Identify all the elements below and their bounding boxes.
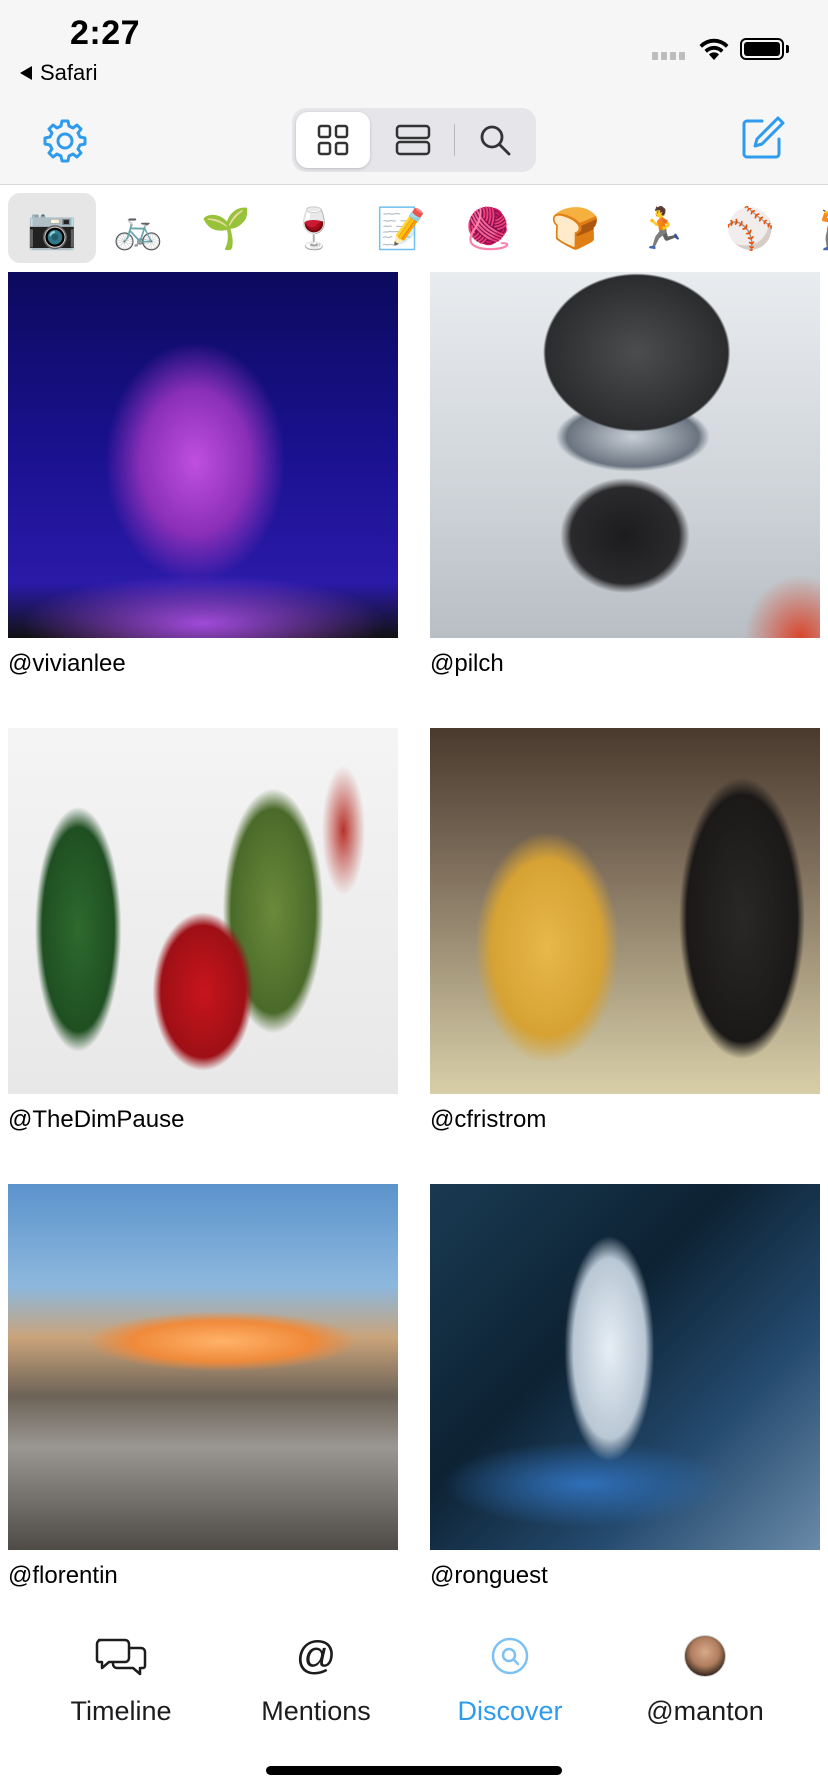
at-icon: @ (295, 1634, 337, 1678)
photo-thumbnail[interactable] (8, 728, 398, 1094)
filter-chip[interactable]: 🏌 (792, 193, 828, 263)
filter-chip[interactable]: 📝 (357, 193, 445, 263)
search-button[interactable] (458, 112, 532, 168)
wifi-icon (699, 38, 729, 60)
tab-timeline[interactable]: Timeline (26, 1634, 216, 1727)
tab-label: @manton (646, 1696, 764, 1726)
discover-search-icon (491, 1637, 529, 1675)
photo-thumbnail[interactable] (430, 1184, 820, 1550)
filter-chip[interactable]: 🧶 (444, 193, 532, 263)
status-time: 2:27 (70, 14, 141, 52)
photo-username[interactable]: @florentin (8, 1562, 398, 1590)
back-app-label: Safari (40, 60, 98, 85)
photo-username[interactable]: @ronguest (430, 1562, 820, 1590)
compose-icon[interactable] (738, 114, 786, 162)
battery-icon (740, 38, 784, 60)
grid-view-icon (317, 124, 349, 156)
photo-thumbnail[interactable] (8, 1184, 398, 1550)
tab-profile[interactable]: @manton (610, 1634, 800, 1727)
tab-label: Discover (457, 1696, 563, 1726)
photo-card[interactable]: @cfristrom (430, 728, 820, 1134)
photo-thumbnail[interactable] (430, 728, 820, 1094)
category-filter-bar: 📷 🚲 🌱 🍷 📝 🧶 🍞 🏃 ⚾ 🏌 (0, 185, 828, 269)
tab-label: Timeline (70, 1696, 172, 1726)
filter-chip[interactable]: ⚾ (706, 193, 794, 263)
list-view-button[interactable] (376, 112, 450, 168)
search-icon (480, 125, 511, 156)
filter-chip[interactable]: 🌱 (182, 193, 270, 263)
photo-card[interactable]: @vivianlee (8, 272, 398, 678)
back-arrow-icon (20, 66, 32, 80)
photo-username[interactable]: @TheDimPause (8, 1106, 398, 1134)
filter-chip[interactable]: 🏃 (618, 193, 706, 263)
filter-chip[interactable]: 🚲 (94, 193, 182, 263)
back-to-app-link[interactable]: Safari (20, 60, 97, 86)
cellular-signal-icon (652, 52, 685, 60)
photo-card[interactable]: @TheDimPause (8, 728, 398, 1134)
home-indicator[interactable] (266, 1766, 562, 1775)
filter-chip[interactable]: 🍷 (270, 193, 358, 263)
photo-username[interactable]: @cfristrom (430, 1106, 820, 1134)
photo-username[interactable]: @vivianlee (8, 650, 398, 678)
tab-discover[interactable]: Discover (415, 1634, 605, 1727)
photo-username[interactable]: @pilch (430, 650, 820, 678)
gear-icon[interactable] (40, 116, 90, 166)
photo-card[interactable]: @ronguest (430, 1184, 820, 1590)
photo-thumbnail[interactable] (8, 272, 398, 638)
view-mode-segmented-control (292, 108, 536, 172)
battery-nub (786, 45, 789, 53)
tab-label: Mentions (261, 1696, 371, 1726)
filter-chip[interactable]: 📷 (8, 193, 96, 263)
chat-bubbles-icon (95, 1638, 147, 1676)
tab-mentions[interactable]: @ Mentions (221, 1634, 411, 1727)
grid-view-button[interactable] (296, 112, 370, 168)
list-view-icon (395, 124, 431, 156)
photo-thumbnail[interactable] (430, 272, 820, 638)
photo-card[interactable]: @pilch (430, 272, 820, 678)
segment-divider (454, 124, 455, 156)
filter-chip[interactable]: 🍞 (531, 193, 619, 263)
photo-card[interactable]: @florentin (8, 1184, 398, 1590)
avatar (684, 1635, 726, 1677)
